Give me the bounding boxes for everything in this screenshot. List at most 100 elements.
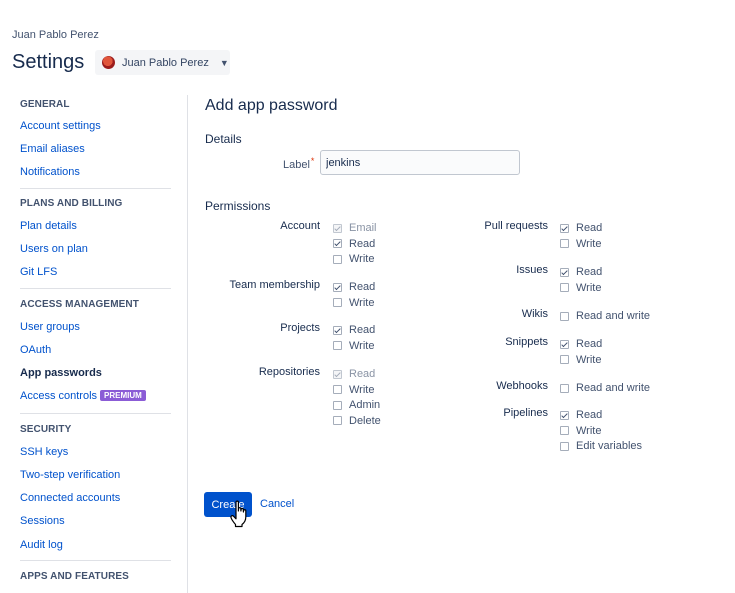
chevron-down-icon: ▼ xyxy=(219,57,229,68)
details-heading: Details xyxy=(205,132,242,146)
sidebar-item-label: Access controls xyxy=(20,390,98,402)
checkbox[interactable] xyxy=(333,325,342,335)
checkbox[interactable] xyxy=(560,239,569,248)
permission-group-team-membership: Team membership xyxy=(229,279,320,291)
permission-group-snippets: Snippets xyxy=(505,336,548,348)
permission-group-wikis: Wikis xyxy=(521,308,548,320)
permission-pipelines-read[interactable]: Read xyxy=(560,409,602,421)
checkbox[interactable] xyxy=(333,239,342,248)
sidebar-divider xyxy=(20,413,171,414)
checkbox[interactable] xyxy=(560,426,569,435)
checkbox[interactable] xyxy=(333,369,342,379)
page-title: Settings xyxy=(12,51,85,73)
permission-pull-requests-read[interactable]: Read xyxy=(560,222,602,234)
permission-team-membership-read[interactable]: Read xyxy=(333,281,375,293)
checkbox[interactable] xyxy=(560,410,569,420)
checkbox[interactable] xyxy=(333,223,342,233)
checkbox-label: Read and write xyxy=(576,382,650,394)
checkbox[interactable] xyxy=(333,341,342,350)
breadcrumb: Juan Pablo Perez xyxy=(12,29,99,41)
required-marker: * xyxy=(310,156,315,166)
permission-repositories-write[interactable]: Write xyxy=(333,384,374,396)
permission-snippets-read[interactable]: Read xyxy=(560,338,602,350)
sidebar-heading-security: SECURITY xyxy=(20,424,72,435)
sidebar-item-oauth[interactable]: OAuth xyxy=(20,344,51,356)
checkbox[interactable] xyxy=(560,355,569,364)
checkbox-label: Read xyxy=(349,237,376,250)
checkbox[interactable] xyxy=(333,385,342,394)
permission-repositories-delete[interactable]: Delete xyxy=(333,415,381,427)
permission-repositories-admin[interactable]: Admin xyxy=(333,399,380,411)
checkbox-label: Write xyxy=(349,296,375,309)
checkbox[interactable] xyxy=(333,282,342,292)
sidebar-heading-apps: APPS AND FEATURES xyxy=(20,571,129,582)
sidebar-item-sessions[interactable]: Sessions xyxy=(20,515,65,527)
permission-group-webhooks: Webhooks xyxy=(496,380,548,392)
form-title: Add app password xyxy=(205,97,338,114)
sidebar-item-connected-accounts[interactable]: Connected accounts xyxy=(20,492,120,504)
permission-group-projects: Projects xyxy=(280,322,320,334)
permission-projects-write[interactable]: Write xyxy=(333,340,374,352)
permission-pull-requests-write[interactable]: Write xyxy=(560,238,601,250)
checkbox[interactable] xyxy=(333,298,342,307)
checkbox[interactable] xyxy=(560,311,569,321)
label-field-label: Label* xyxy=(283,156,314,171)
checkbox-label: Read xyxy=(576,409,603,421)
checkbox[interactable] xyxy=(560,441,569,451)
checkbox[interactable] xyxy=(560,383,569,393)
permission-issues-read[interactable]: Read xyxy=(560,266,602,278)
sidebar-heading-plans: PLANS AND BILLING xyxy=(20,198,123,209)
checkbox-label: Read xyxy=(349,368,376,380)
checkbox-label: Write xyxy=(576,353,602,366)
permission-repositories-read[interactable]: Read xyxy=(333,368,375,380)
sidebar-item-account-settings[interactable]: Account settings xyxy=(20,120,101,132)
checkbox-label: Read xyxy=(576,266,603,278)
sidebar-item-app-passwords[interactable]: App passwords xyxy=(20,367,102,379)
checkbox[interactable] xyxy=(333,400,342,410)
checkbox[interactable] xyxy=(333,254,342,264)
sidebar-item-users-on-plan[interactable]: Users on plan xyxy=(20,243,88,255)
permission-pipelines-write[interactable]: Write xyxy=(560,425,601,437)
sidebar-divider xyxy=(20,188,171,189)
permission-webhooks-read-and-write[interactable]: Read and write xyxy=(560,382,650,394)
permission-projects-read[interactable]: Read xyxy=(333,324,375,336)
checkbox-label: Write xyxy=(349,383,375,396)
sidebar-item-user-groups[interactable]: User groups xyxy=(20,321,80,333)
checkbox-label: Read xyxy=(349,281,376,293)
permission-wikis-read-and-write[interactable]: Read and write xyxy=(560,310,650,322)
sidebar-item-two-step-verification[interactable]: Two-step verification xyxy=(20,469,120,481)
account-switcher-label: Juan Pablo Perez xyxy=(122,56,209,69)
sidebar-item-audit-log[interactable]: Audit log xyxy=(20,539,63,551)
checkbox[interactable] xyxy=(333,416,342,425)
label-text: Label xyxy=(283,159,310,171)
permission-group-pipelines: Pipelines xyxy=(503,407,548,419)
checkbox[interactable] xyxy=(560,267,569,277)
sidebar-item-ssh-keys[interactable]: SSH keys xyxy=(20,446,68,458)
sidebar-item-access-controls[interactable]: Access controls PREMIUM xyxy=(20,390,146,402)
sidebar-item-git-lfs[interactable]: Git LFS xyxy=(20,266,57,278)
checkbox-label: Read xyxy=(349,324,376,336)
permission-account-read[interactable]: Read xyxy=(333,238,375,250)
sidebar-item-plan-details[interactable]: Plan details xyxy=(20,220,77,232)
avatar xyxy=(102,56,115,69)
checkbox-label: Edit variables xyxy=(576,440,643,452)
permissions-heading: Permissions xyxy=(205,199,271,213)
sidebar-item-notifications[interactable]: Notifications xyxy=(20,166,80,178)
permission-pipelines-edit-variables[interactable]: Edit variables xyxy=(560,440,642,452)
checkbox[interactable] xyxy=(560,223,569,233)
label-input[interactable] xyxy=(320,150,520,175)
permission-group-issues: Issues xyxy=(516,264,548,276)
permission-team-membership-write[interactable]: Write xyxy=(333,297,374,309)
permission-account-email[interactable]: Email xyxy=(333,222,377,234)
cancel-link[interactable]: Cancel xyxy=(260,498,294,510)
checkbox[interactable] xyxy=(560,283,569,292)
sidebar: GENERAL Account settings Email aliases N… xyxy=(0,95,188,593)
permission-account-write[interactable]: Write xyxy=(333,253,374,265)
permission-issues-write[interactable]: Write xyxy=(560,282,601,294)
checkbox-label: Write xyxy=(576,281,602,294)
sidebar-item-email-aliases[interactable]: Email aliases xyxy=(20,143,85,155)
account-switcher-button[interactable]: Juan Pablo Perez ▼ xyxy=(95,50,230,75)
sidebar-heading-access: ACCESS MANAGEMENT xyxy=(20,299,139,310)
permission-snippets-write[interactable]: Write xyxy=(560,354,601,366)
checkbox[interactable] xyxy=(560,339,569,349)
